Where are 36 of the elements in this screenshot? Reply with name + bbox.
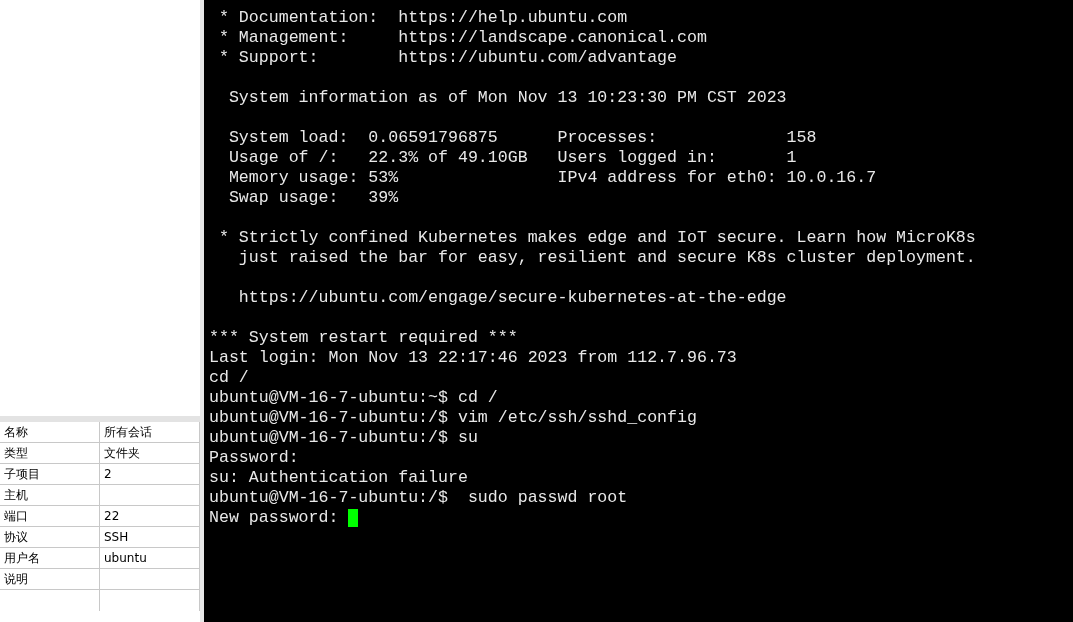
property-name-cell: 协议 <box>0 527 100 548</box>
property-value-cell: 文件夹 <box>100 443 200 464</box>
terminal-line: su: Authentication failure <box>209 468 468 488</box>
terminal-line: Swap usage: 39% <box>227 188 399 208</box>
terminal-line: https://ubuntu.com/engage/secure-kubernetes-at-the-edge <box>237 288 787 308</box>
terminal-panel[interactable] <box>204 0 1073 622</box>
property-name-cell: 端口 <box>0 506 100 527</box>
terminal-line: ubuntu@VM-16-7-ubuntu:/$ sudo passwd root <box>209 488 628 508</box>
property-name-cell: 说明 <box>0 569 100 590</box>
property-name-cell: 子项目 <box>0 464 100 485</box>
property-name-cell: 类型 <box>0 443 100 464</box>
terminal-line: * Support: https://ubuntu.com/advantage <box>217 48 678 68</box>
terminal-line: Usage of /: 22.3% of 49.10GB Users logged in: 1 <box>227 148 797 168</box>
terminal-line: ubuntu@VM-16-7-ubuntu:~$ cd / <box>209 388 498 408</box>
terminal-line: System load: 0.06591796875 Processes: 158 <box>227 128 817 148</box>
terminal-line: Memory usage: 53% IPv4 address for eth0: 10.0.16.7 <box>227 168 877 188</box>
property-value-cell: 所有会话 <box>100 422 200 443</box>
terminal-line: Last login: Mon Nov 13 22:17:46 2023 from 112.7.96.73 <box>209 348 737 368</box>
terminal-line: * Documentation: https://help.ubuntu.com <box>217 8 628 28</box>
property-value-cell: SSH <box>100 527 200 548</box>
property-value-cell: 2 <box>100 464 200 485</box>
property-name-cell: 用户名 <box>0 548 100 569</box>
terminal-line: ubuntu@VM-16-7-ubuntu:/$ su <box>209 428 478 448</box>
property-value-cell: ubuntu <box>100 548 200 569</box>
terminal-line: just raised the bar for easy, resilient and secure K8s cluster deployment. <box>237 248 976 268</box>
terminal-line: New password: <box>209 508 340 528</box>
terminal-line: Password: <box>209 448 299 468</box>
terminal-line: * Management: https://landscape.canonical.com <box>217 28 707 48</box>
terminal-line: * Strictly confined Kubernetes makes edge and IoT secure. Learn how MicroK8s <box>217 228 976 248</box>
property-name-cell: 名称 <box>0 422 100 443</box>
terminal-line: cd / <box>209 368 249 388</box>
property-value-cell: 22 <box>100 506 200 527</box>
terminal-line: ubuntu@VM-16-7-ubuntu:/$ vim /etc/ssh/sshd_config <box>209 408 697 428</box>
property-name-cell: 主机 <box>0 485 100 506</box>
terminal-line: *** System restart required *** <box>209 328 518 348</box>
terminal-line: System information as of Mon Nov 13 10:23:30 PM CST 2023 <box>227 88 787 108</box>
